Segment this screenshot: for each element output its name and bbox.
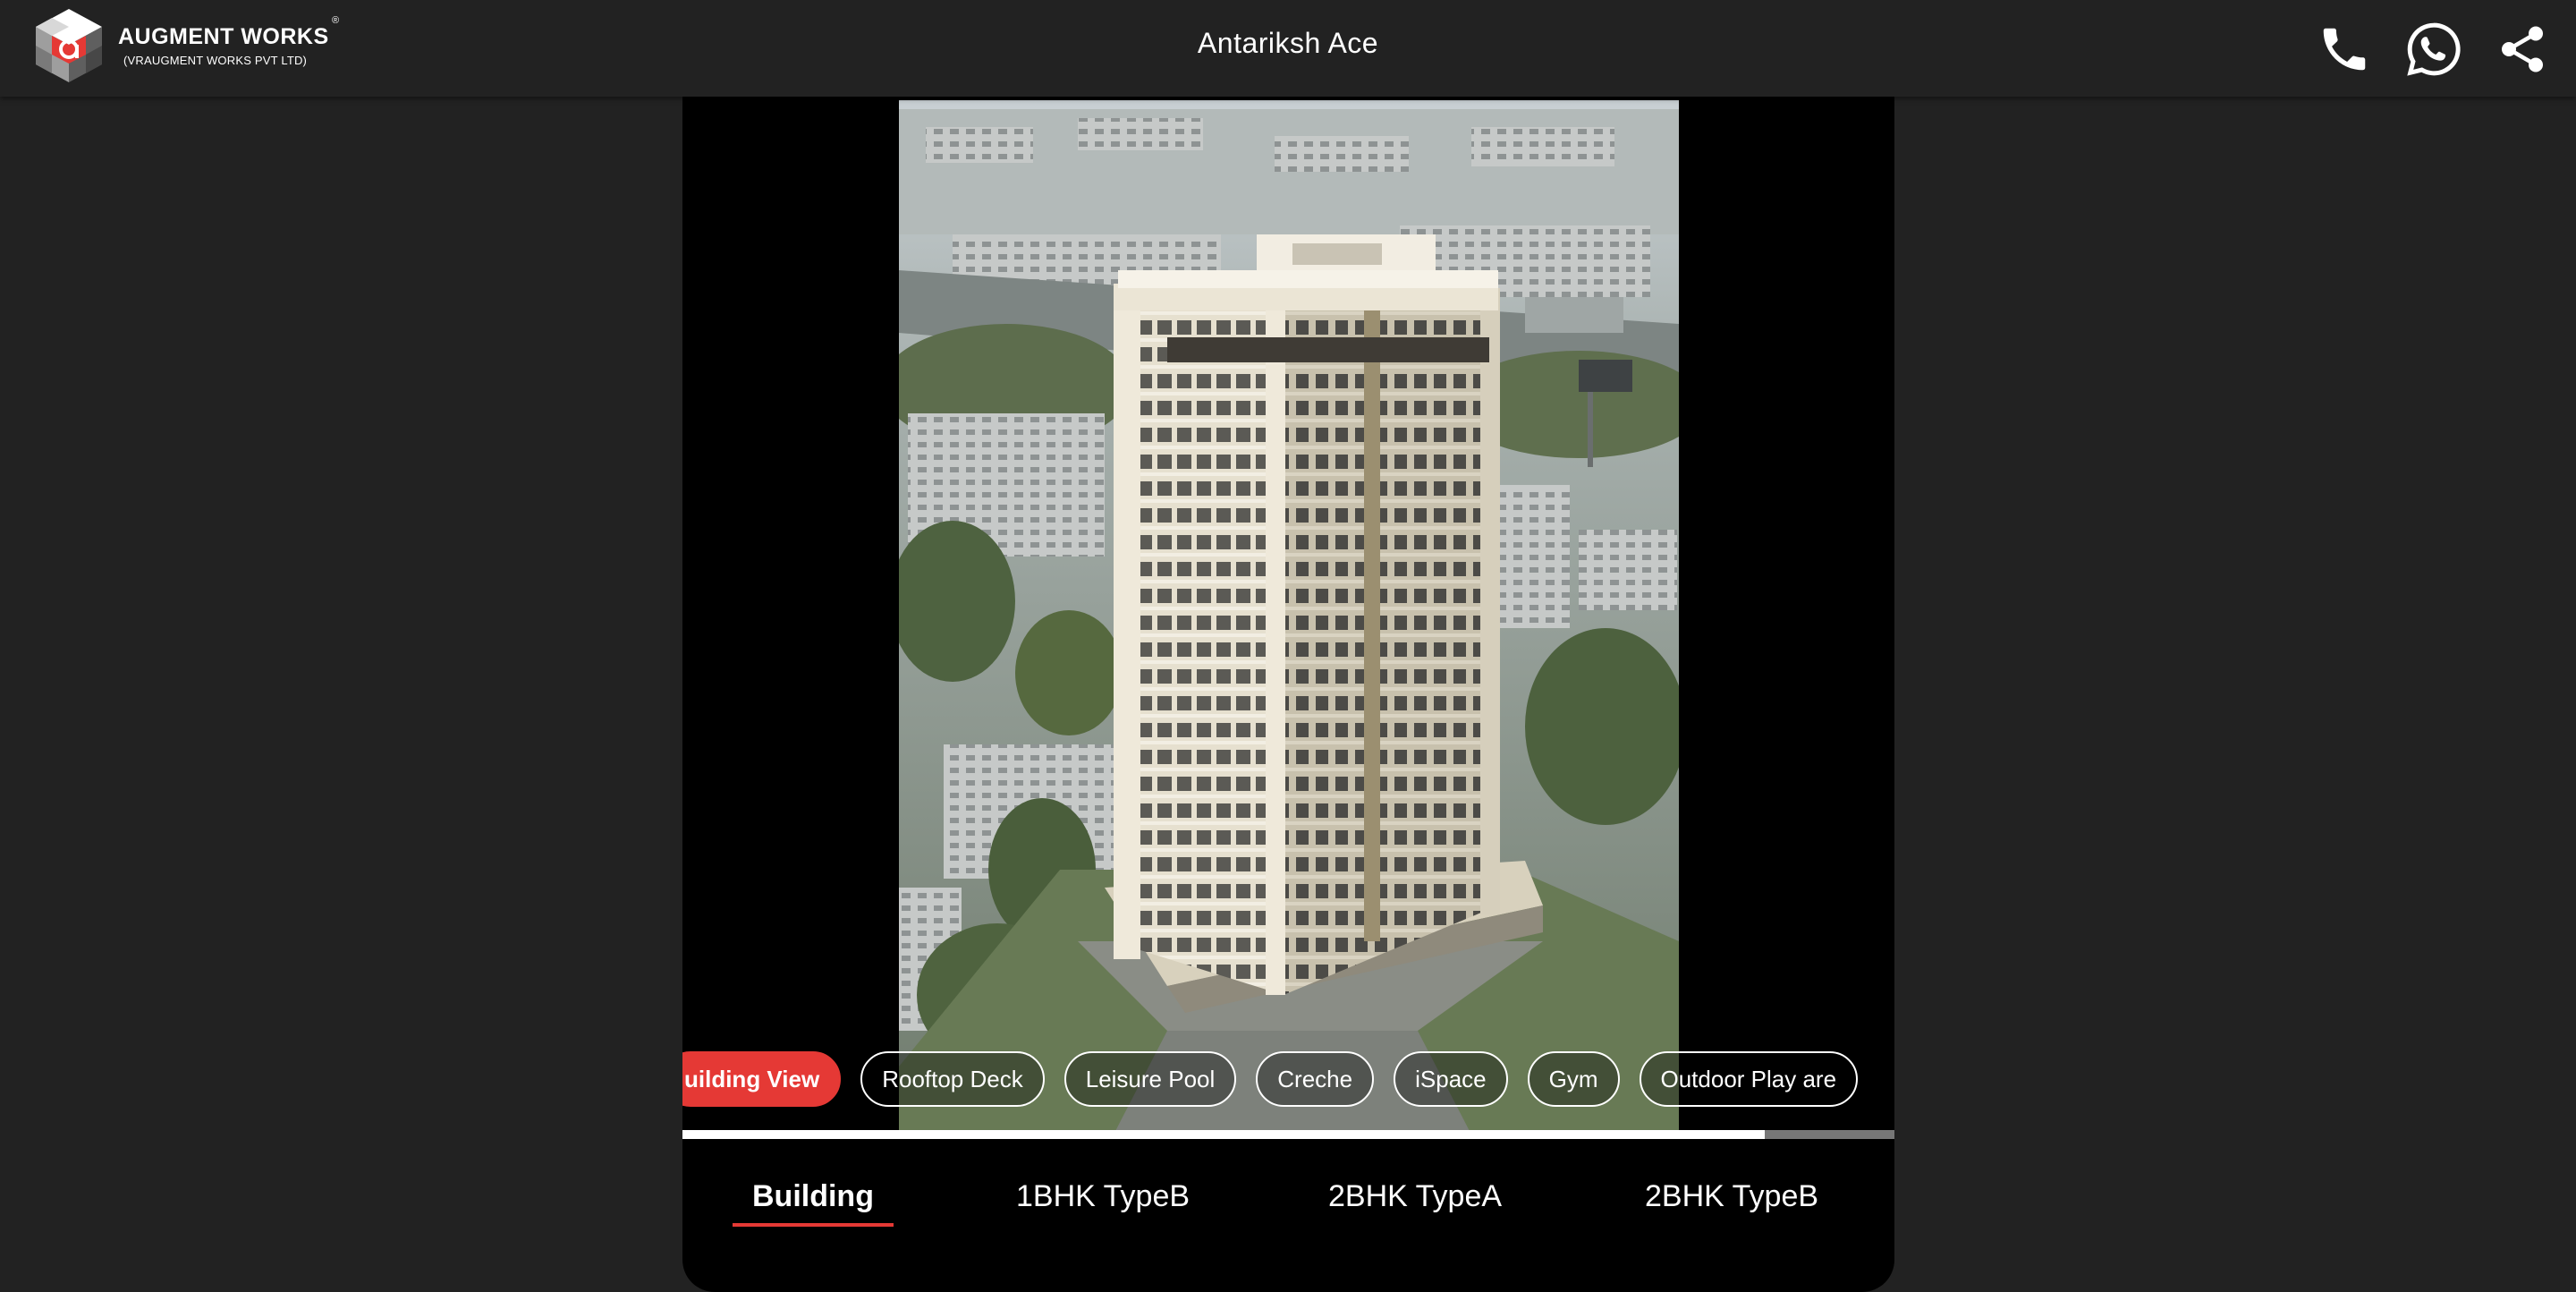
chip-ispace[interactable]: iSpace	[1394, 1051, 1508, 1107]
chip-outdoor-play-area[interactable]: Outdoor Play are	[1639, 1051, 1859, 1107]
tab-2bhk-typeb[interactable]: 2BHK TypeB	[1645, 1179, 1818, 1227]
video-progress-bar[interactable]	[682, 1130, 1894, 1139]
chip-building-view[interactable]: uilding View	[682, 1051, 842, 1107]
unit-tabs: Building 1BHK TypeB 2BHK TypeA 2BHK Type…	[682, 1179, 1894, 1251]
share-icon[interactable]	[2496, 22, 2549, 76]
media-viewer[interactable]: uilding View Rooftop Deck Leisure Pool C…	[682, 97, 1894, 1292]
tab-1bhk-typeb[interactable]: 1BHK TypeB	[1016, 1179, 1190, 1227]
tab-building[interactable]: Building	[733, 1179, 894, 1227]
chip-rooftop-deck[interactable]: Rooftop Deck	[860, 1051, 1045, 1107]
chip-gym[interactable]: Gym	[1527, 1051, 1620, 1107]
tab-2bhk-typea[interactable]: 2BHK TypeA	[1328, 1179, 1502, 1227]
phone-icon[interactable]	[2317, 21, 2372, 77]
building-render-image	[899, 100, 1679, 1135]
whatsapp-icon[interactable]	[2402, 18, 2465, 81]
video-progress-fill	[682, 1130, 1765, 1139]
header-actions	[2317, 18, 2549, 81]
page-title: Antariksh Ace	[1197, 27, 1379, 59]
scene-chip-bar: uilding View Rooftop Deck Leisure Pool C…	[682, 1050, 1894, 1109]
active-tab-indicator	[733, 1223, 894, 1227]
brand-registered-mark: ®	[332, 15, 340, 26]
chip-leisure-pool[interactable]: Leisure Pool	[1063, 1051, 1237, 1107]
app-header: AUGMENT WORKS ® (VRAUGMENT WORKS PVT LTD…	[0, 0, 2576, 97]
chip-creche[interactable]: Creche	[1256, 1051, 1375, 1107]
